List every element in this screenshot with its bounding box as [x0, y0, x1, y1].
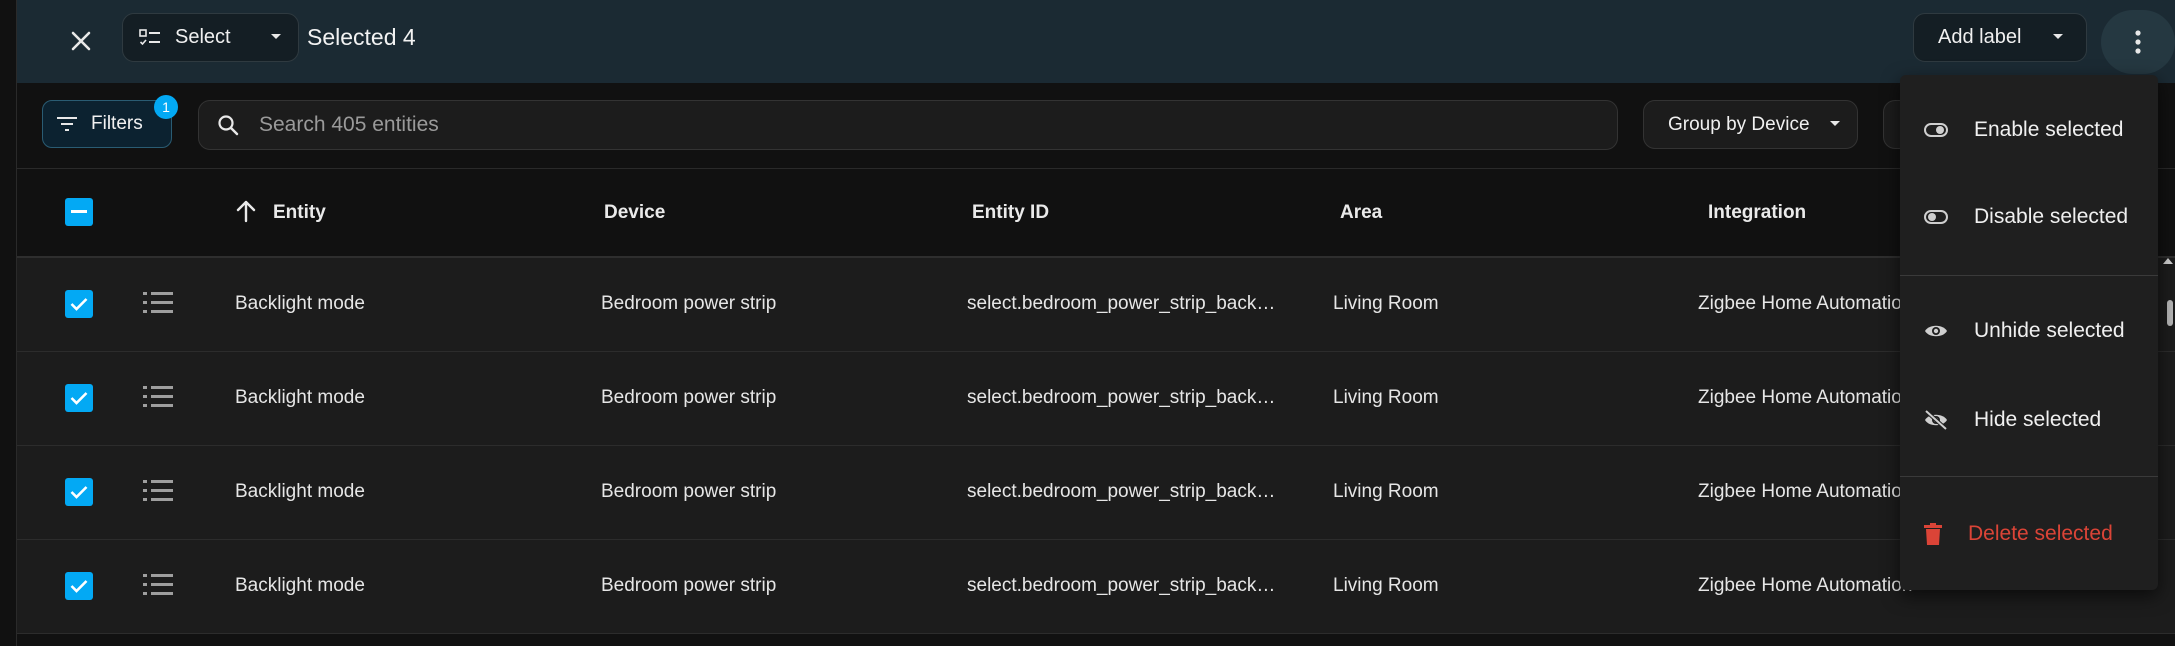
column-header-integration[interactable]: Integration: [1708, 202, 1806, 224]
cell-entity-id: select.bedroom_power_strip_back…: [967, 387, 1276, 408]
eye-off-icon: [1924, 410, 1948, 430]
menu-divider: [1900, 275, 2158, 276]
select-mode-button[interactable]: Select: [122, 13, 299, 62]
filters-button[interactable]: Filters: [42, 100, 172, 148]
cell-area: Living Room: [1333, 575, 1439, 596]
filter-icon: [57, 117, 77, 131]
overflow-menu: Enable selected Disable selected Unhide …: [1900, 75, 2158, 590]
cell-integration: Zigbee Home Automation: [1698, 481, 1913, 502]
cell-area: Living Room: [1333, 293, 1439, 314]
checklist-icon: [139, 28, 160, 45]
toggle-switch-icon: [1924, 123, 1948, 137]
column-header-area[interactable]: Area: [1340, 202, 1382, 224]
row-checkbox[interactable]: [65, 290, 93, 318]
menu-item-label: Delete selected: [1968, 522, 2113, 545]
chevron-down-icon: [1830, 121, 1840, 126]
table-row[interactable]: Backlight mode Bedroom power strip selec…: [17, 258, 2175, 352]
menu-item-label: Enable selected: [1974, 118, 2124, 141]
cell-device: Bedroom power strip: [601, 293, 777, 314]
menu-item-label: Hide selected: [1974, 408, 2102, 431]
menu-item-unhide-selected[interactable]: Unhide selected: [1900, 291, 2158, 371]
format-list-icon: [143, 480, 173, 501]
add-label-text: Add label: [1938, 26, 2022, 48]
check-icon: [70, 298, 88, 311]
table-row[interactable]: Backlight mode Bedroom power strip selec…: [17, 352, 2175, 446]
cell-entity-id: select.bedroom_power_strip_back…: [967, 293, 1276, 314]
column-header-device[interactable]: Device: [604, 202, 665, 224]
cell-entity: Backlight mode: [235, 293, 365, 314]
search-icon: [218, 115, 239, 136]
selection-toolbar: Select Selected 4 Add label: [17, 0, 2175, 83]
menu-item-disable-selected[interactable]: Disable selected: [1900, 177, 2158, 257]
cell-device: Bedroom power strip: [601, 481, 777, 502]
column-header-entity[interactable]: Entity: [273, 202, 326, 224]
check-icon: [70, 392, 88, 405]
cell-entity: Backlight mode: [235, 387, 365, 408]
format-list-icon: [143, 386, 173, 407]
minus-icon: [71, 210, 87, 213]
cell-area: Living Room: [1333, 387, 1439, 408]
menu-item-label: Unhide selected: [1974, 319, 2125, 342]
column-header-entity-id[interactable]: Entity ID: [972, 202, 1049, 224]
sidebar-edge: [0, 0, 17, 646]
exit-selection-button[interactable]: [55, 15, 107, 67]
selected-count: Selected 4: [307, 24, 416, 50]
cell-entity-id: select.bedroom_power_strip_back…: [967, 481, 1276, 502]
menu-item-hide-selected[interactable]: Hide selected: [1900, 380, 2158, 460]
close-icon: [71, 31, 91, 51]
menu-item-enable-selected[interactable]: Enable selected: [1900, 90, 2158, 170]
group-by-label: Group by Device: [1668, 113, 1810, 135]
cell-entity: Backlight mode: [235, 575, 365, 596]
add-label-button[interactable]: Add label: [1913, 13, 2087, 62]
filters-label: Filters: [91, 113, 143, 134]
arrow-up-icon: [236, 200, 256, 223]
check-icon: [70, 580, 88, 593]
chevron-down-icon: [2053, 34, 2063, 39]
table-row[interactable]: Backlight mode Bedroom power strip selec…: [17, 446, 2175, 540]
menu-item-delete-selected[interactable]: Delete selected: [1900, 494, 2158, 574]
menu-divider: [1900, 476, 2158, 477]
cell-integration: Zigbee Home Automation: [1698, 293, 1913, 314]
search-input[interactable]: [259, 113, 1559, 137]
cell-entity-id: select.bedroom_power_strip_back…: [967, 575, 1276, 596]
group-by-button[interactable]: Group by Device: [1643, 100, 1858, 149]
overflow-menu-button[interactable]: [2101, 10, 2175, 74]
toggle-switch-off-icon: [1924, 210, 1948, 224]
row-checkbox[interactable]: [65, 384, 93, 412]
cell-area: Living Room: [1333, 481, 1439, 502]
cell-device: Bedroom power strip: [601, 387, 777, 408]
eye-icon: [1925, 325, 1947, 337]
scroll-up-arrow-icon[interactable]: [2163, 258, 2173, 264]
cell-integration: Zigbee Home Automation: [1698, 387, 1913, 408]
entities-table: Entity Device Entity ID Area Integration…: [17, 169, 2175, 634]
entities-page: Select Selected 4 Add label Filters 1 Se…: [0, 0, 2175, 646]
chevron-down-icon: [271, 34, 281, 39]
select-mode-label: Select: [175, 26, 231, 48]
trash-icon: [1924, 523, 1942, 545]
table-header: Entity Device Entity ID Area Integration: [17, 169, 2175, 258]
cell-device: Bedroom power strip: [601, 575, 777, 596]
table-row[interactable]: Backlight mode Bedroom power strip selec…: [17, 540, 2175, 634]
check-icon: [70, 486, 88, 499]
filter-count-badge: 1: [154, 95, 178, 119]
cell-entity: Backlight mode: [235, 481, 365, 502]
format-list-icon: [143, 574, 173, 595]
row-checkbox[interactable]: [65, 572, 93, 600]
filter-search-bar: Filters 1 Group by Device: [17, 83, 2175, 169]
more-vertical-icon: [2135, 30, 2141, 54]
cell-integration: Zigbee Home Automation: [1698, 575, 1913, 596]
scrollbar-thumb[interactable]: [2167, 300, 2173, 326]
format-list-icon: [143, 292, 173, 313]
row-checkbox[interactable]: [65, 478, 93, 506]
menu-item-label: Disable selected: [1974, 205, 2129, 228]
select-all-checkbox[interactable]: [65, 198, 93, 226]
search-field[interactable]: [198, 100, 1618, 150]
